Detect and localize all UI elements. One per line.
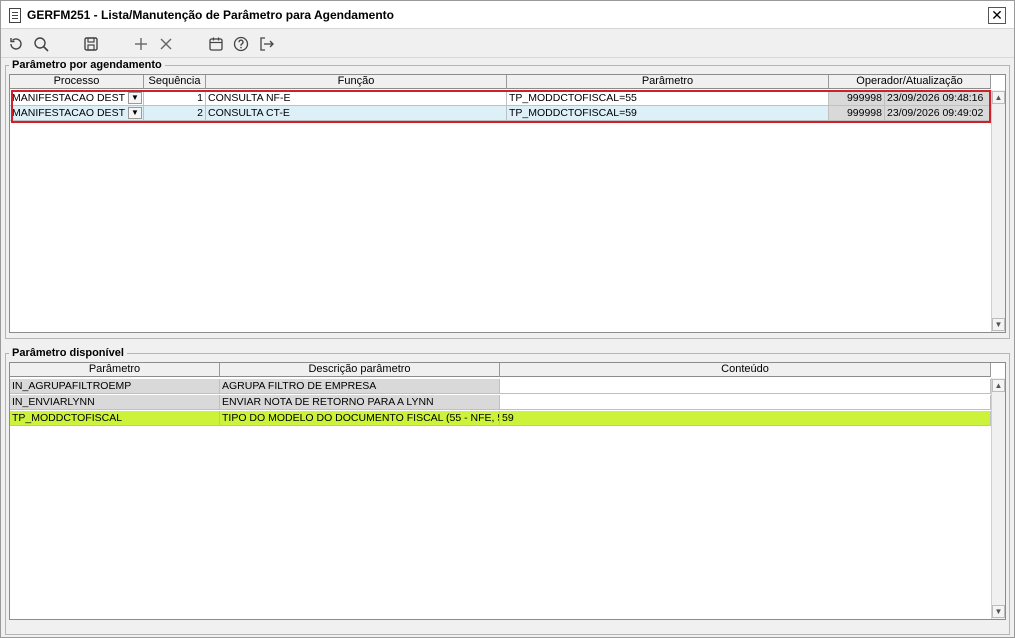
chevron-down-icon[interactable]: ▼ (128, 92, 142, 104)
parametro-cell: TP_MODDCTOFISCAL (10, 411, 220, 426)
conteudo-input[interactable] (500, 395, 991, 410)
sequencia-cell[interactable]: 1 (144, 91, 206, 106)
close-button[interactable]: ✕ (988, 7, 1006, 24)
title-bar: GERFM251 - Lista/Manutenção de Parâmetro… (1, 1, 1014, 29)
conteudo-input[interactable] (500, 379, 991, 394)
col-conteudo[interactable]: Conteúdo (500, 363, 991, 377)
scroll-up-icon[interactable]: ▲ (992, 379, 1005, 392)
atualizacao-cell: 23/09/2026 09:48:16 (885, 91, 991, 106)
available-params-legend: Parâmetro disponível (9, 347, 127, 359)
col-processo[interactable]: Processo (10, 75, 144, 89)
scroll-down-icon[interactable]: ▼ (992, 605, 1005, 618)
calendar-icon[interactable] (207, 35, 225, 53)
schedule-params-grid: Processo Sequência Função Parâmetro Oper… (9, 74, 1006, 333)
document-icon (9, 8, 21, 23)
funcao-cell[interactable]: CONSULTA CT-E (206, 106, 507, 121)
conteudo-input[interactable]: 59 (500, 411, 991, 426)
col-parametro[interactable]: Parâmetro (507, 75, 829, 89)
parametro-cell: IN_AGRUPAFILTROEMP (10, 379, 220, 394)
sequencia-cell[interactable]: 2 (144, 106, 206, 121)
app-window: GERFM251 - Lista/Manutenção de Parâmetro… (0, 0, 1015, 638)
chevron-down-icon[interactable]: ▼ (128, 107, 142, 119)
col-funcao[interactable]: Função (206, 75, 507, 89)
scroll-down-icon[interactable]: ▼ (992, 318, 1005, 331)
save-icon[interactable] (82, 35, 100, 53)
processo-value: MANIFESTACAO DEST (12, 92, 125, 104)
search-icon[interactable] (32, 35, 50, 53)
col-operador-atualizacao[interactable]: Operador/Atualização (829, 75, 991, 89)
toolbar (1, 30, 1014, 58)
parametro-cell[interactable]: TP_MODDCTOFISCAL=59 (507, 106, 829, 121)
descricao-cell: ENVIAR NOTA DE RETORNO PARA A LYNN (220, 395, 500, 410)
operador-cell: 999998 (829, 91, 885, 106)
add-icon[interactable] (132, 35, 150, 53)
operador-cell: 999998 (829, 106, 885, 121)
col-descricao[interactable]: Descrição parâmetro (220, 363, 500, 377)
available-params-grid: Parâmetro Descrição parâmetro Conteúdo I… (9, 362, 1006, 620)
vertical-scrollbar[interactable]: ▲ ▼ (991, 378, 1005, 619)
schedule-params-legend: Parâmetro por agendamento (9, 59, 165, 71)
col-sequencia[interactable]: Sequência (144, 75, 206, 89)
parametro-cell[interactable]: TP_MODDCTOFISCAL=55 (507, 91, 829, 106)
processo-combo[interactable]: MANIFESTACAO DEST ▼ (10, 106, 144, 121)
atualizacao-cell: 23/09/2026 09:49:02 (885, 106, 991, 121)
parametro-cell: IN_ENVIARLYNN (10, 395, 220, 410)
exit-icon[interactable] (257, 35, 275, 53)
funcao-cell[interactable]: CONSULTA NF-E (206, 91, 507, 106)
window-title: GERFM251 - Lista/Manutenção de Parâmetro… (27, 8, 394, 22)
col-parametro[interactable]: Parâmetro (10, 363, 220, 377)
descricao-cell: TIPO DO MODELO DO DOCUMENTO FISCAL (55 -… (220, 411, 500, 426)
descricao-cell: AGRUPA FILTRO DE EMPRESA (220, 379, 500, 394)
processo-value: MANIFESTACAO DEST (12, 107, 125, 119)
vertical-scrollbar[interactable]: ▲ ▼ (991, 90, 1005, 332)
refresh-icon[interactable] (7, 35, 25, 53)
delete-icon[interactable] (157, 35, 175, 53)
processo-combo[interactable]: MANIFESTACAO DEST ▼ (10, 91, 144, 106)
scroll-up-icon[interactable]: ▲ (992, 91, 1005, 104)
help-icon[interactable] (232, 35, 250, 53)
